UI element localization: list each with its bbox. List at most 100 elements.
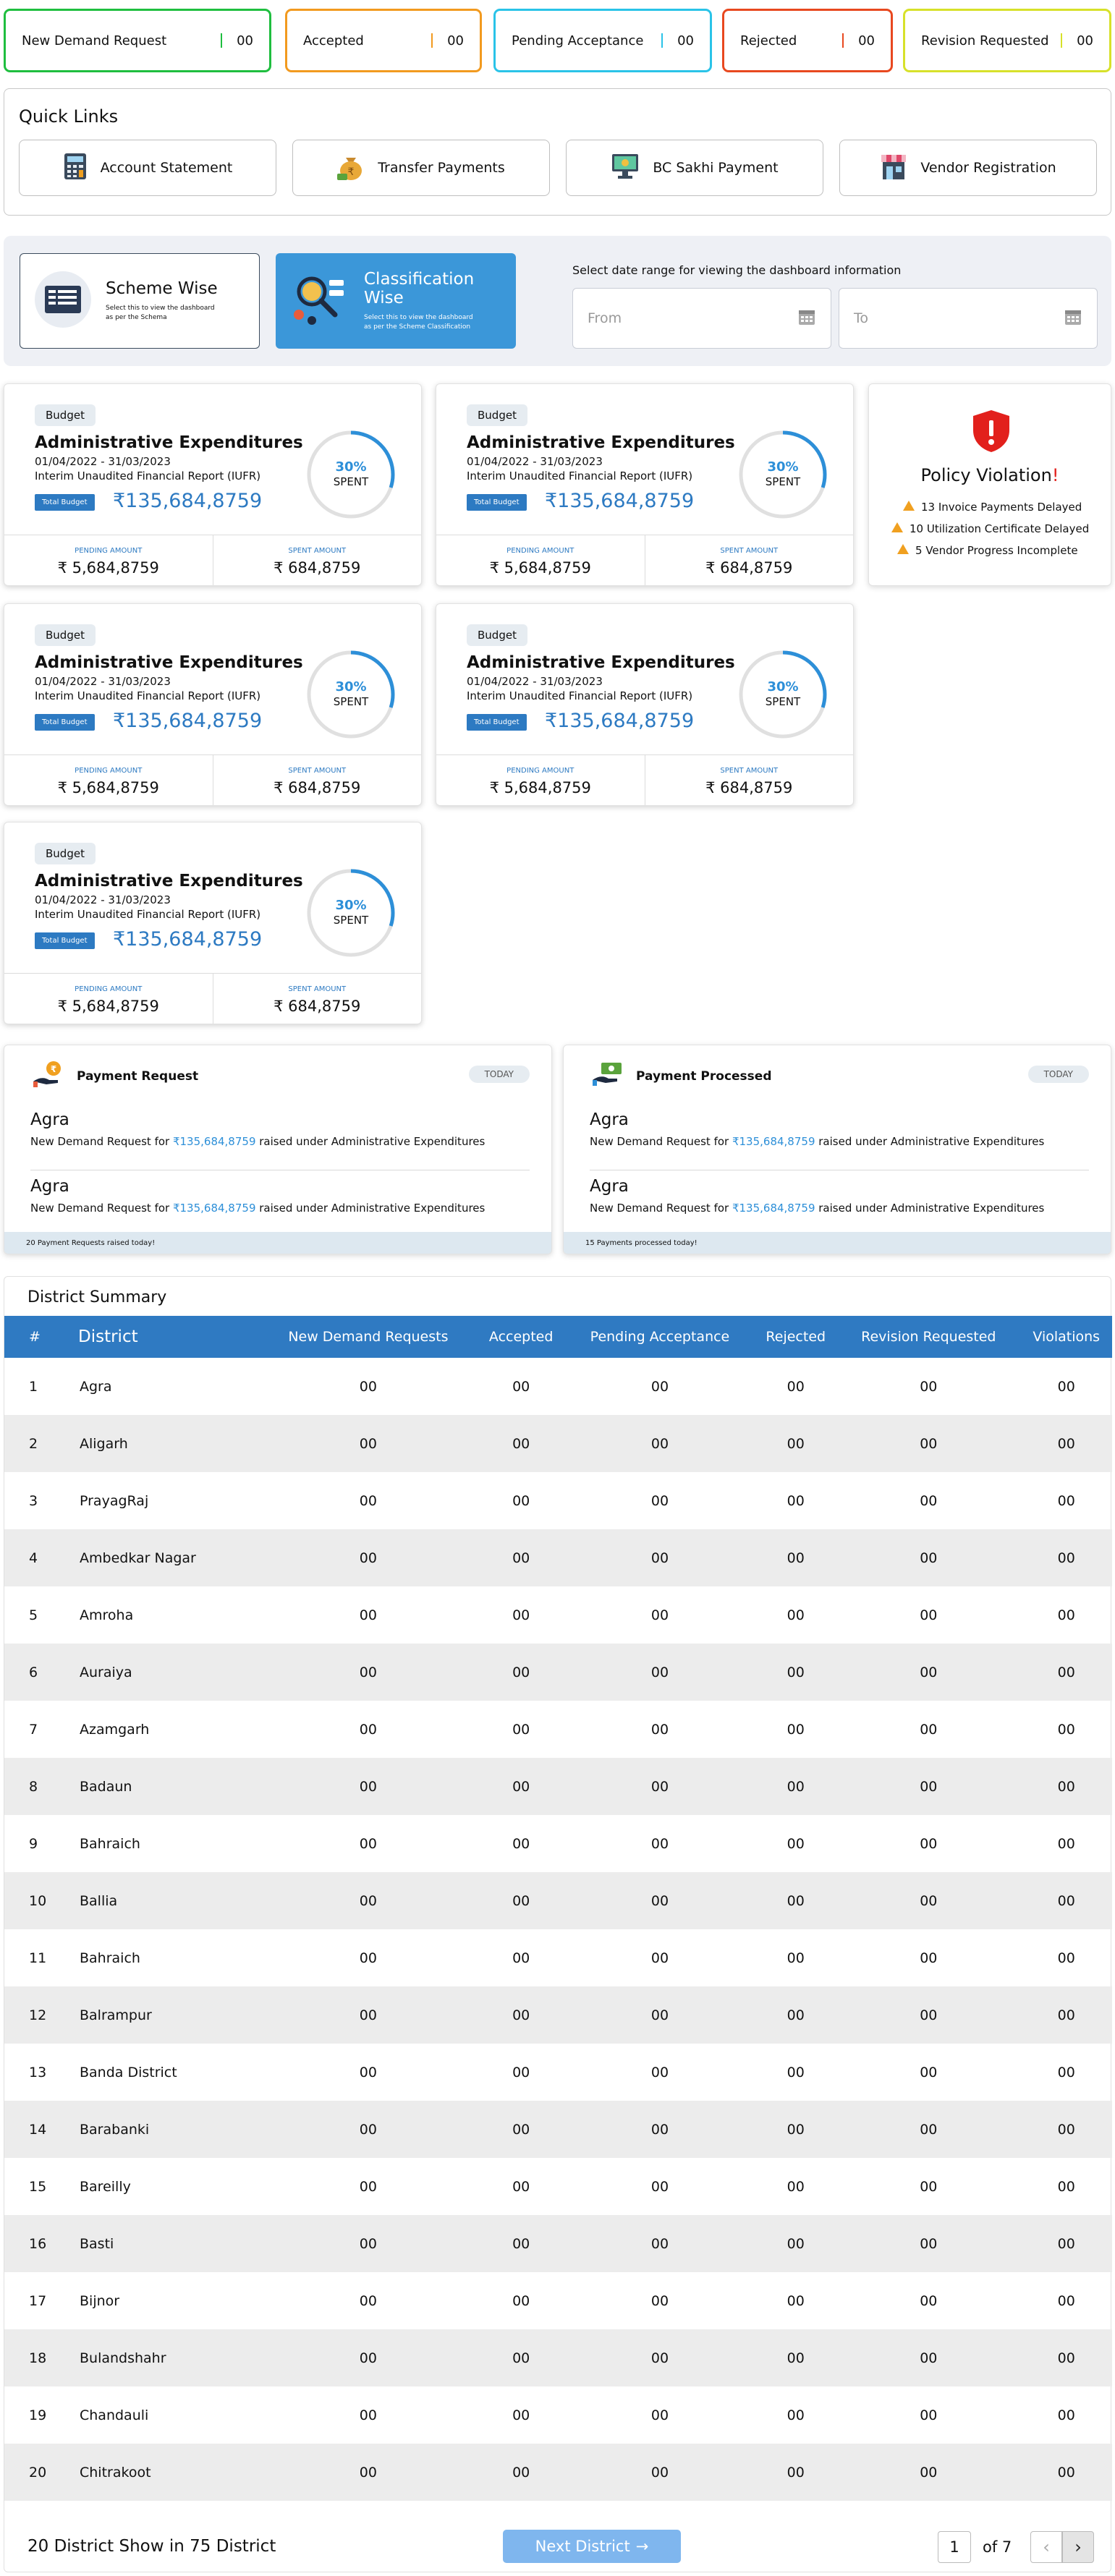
row-value: 00 (359, 1607, 377, 1623)
calendar-icon[interactable] (797, 307, 816, 330)
budget-card[interactable]: Budget Administrative Expenditures 01/04/2… (436, 603, 854, 806)
row-value: 00 (1020, 2101, 1112, 2158)
table-row[interactable]: 4 Ambedkar Nagar 00 00 00 00 00 00 (4, 1529, 1112, 1586)
table-row[interactable]: 19 Chandauli 00 00 00 00 00 00 (4, 2386, 1112, 2444)
status-card[interactable]: Rejected 00 (722, 9, 893, 72)
pagination-bar: 20 District Show in 75 District Next Dis… (4, 2527, 1111, 2573)
item-prefix: New Demand Request for (590, 1135, 732, 1148)
total-budget-badge: Total Budget (467, 494, 527, 511)
table-row[interactable]: 16 Basti 00 00 00 00 00 00 (4, 2215, 1112, 2272)
row-number: 12 (4, 1986, 64, 2044)
status-card[interactable]: Pending Acceptance 00 (493, 9, 712, 72)
budget-card[interactable]: Budget Administrative Expenditures 01/04/2… (4, 383, 422, 586)
next-district-button[interactable]: Next District → (503, 2530, 681, 2563)
table-row[interactable]: 11 Bahraich 00 00 00 00 00 00 (4, 1929, 1112, 1986)
status-card[interactable]: Accepted 00 (285, 9, 482, 72)
district-name: Agra (80, 1378, 112, 1395)
next-page-button[interactable]: › (1062, 2531, 1094, 2563)
total-budget-badge: Total Budget (467, 714, 527, 731)
row-value: 00 (259, 2101, 478, 2158)
document-icon (35, 271, 91, 331)
spent-progress-ring (307, 869, 395, 957)
district-name: Bahraich (80, 1950, 140, 1966)
scheme-wise-subtitle: Select this to view the dashboard as per… (106, 305, 215, 321)
from-date-input[interactable]: From (572, 288, 831, 349)
table-row[interactable]: 1 Agra 00 00 00 00 00 00 (4, 1358, 1112, 1415)
row-value: 00 (512, 2064, 530, 2080)
budget-card[interactable]: Budget Administrative Expenditures 01/04/2… (4, 603, 422, 806)
payment-request-item[interactable]: Agra New Demand Request for ₹135,684,875… (30, 1177, 485, 1215)
classification-wise-subtitle: Select this to view the dashboard as per… (364, 314, 473, 331)
item-description: New Demand Request for ₹135,684,8759 rai… (30, 1202, 485, 1215)
table-row[interactable]: 14 Barabanki 00 00 00 00 00 00 (4, 2101, 1112, 2158)
row-value: 00 (564, 1415, 755, 1472)
money-bag-icon: ₹ (337, 152, 365, 184)
table-row[interactable]: 3 PrayagRaj 00 00 00 00 00 00 (4, 1472, 1112, 1529)
status-card[interactable]: New Demand Request 00 (4, 9, 271, 72)
column-header: # (4, 1316, 64, 1358)
table-row[interactable]: 20 Chitrakoot 00 00 00 00 00 00 (4, 2444, 1112, 2501)
table-row[interactable]: 17 Bijnor 00 00 00 00 00 00 (4, 2272, 1112, 2329)
status-label: Accepted (303, 33, 364, 48)
transfer-payments-link[interactable]: ₹ Transfer Payments (292, 140, 550, 196)
table-row[interactable]: 15 Bareilly 00 00 00 00 00 00 (4, 2158, 1112, 2215)
today-badge: TODAY (468, 1066, 530, 1083)
status-card[interactable]: Revision Requested 00 (903, 9, 1111, 72)
table-row[interactable]: 10 Ballia 00 00 00 00 00 00 (4, 1872, 1112, 1929)
account-statement-link[interactable]: Account Statement (19, 140, 276, 196)
district-name: Aligarh (64, 1415, 259, 1472)
row-value: 00 (512, 2292, 530, 2309)
table-row[interactable]: 6 Auraiya 00 00 00 00 00 00 (4, 1644, 1112, 1701)
row-value: 00 (1057, 2178, 1075, 2195)
page-number-input[interactable]: 1 (938, 2531, 971, 2563)
spent-percent: 30% (767, 459, 799, 475)
payment-processed-header: Payment Processed (591, 1060, 772, 1092)
prev-page-button[interactable]: ‹ (1030, 2531, 1062, 2563)
item-amount: ₹135,684,8759 (732, 1202, 815, 1215)
quick-links-title: Quick Links (19, 106, 119, 127)
row-value: 00 (512, 1607, 530, 1623)
payment-request-item[interactable]: Agra New Demand Request for ₹135,684,875… (30, 1110, 485, 1148)
row-value: 00 (477, 1529, 565, 1586)
classification-wise-toggle[interactable]: Classification Wise Select this to view … (276, 253, 516, 349)
budget-dates: 01/04/2022 - 31/03/2023 (467, 455, 603, 468)
payment-processed-item[interactable]: Agra New Demand Request for ₹135,684,875… (590, 1110, 1044, 1148)
vendor-registration-link[interactable]: Vendor Registration (839, 140, 1097, 196)
scheme-wise-toggle[interactable]: Scheme Wise Select this to view the dash… (20, 253, 260, 349)
table-row[interactable]: 7 Azamgarh 00 00 00 00 00 00 (4, 1701, 1112, 1758)
item-suffix: raised under Administrative Expenditures (255, 1135, 486, 1148)
table-row[interactable]: 13 Banda District 00 00 00 00 00 00 (4, 2044, 1112, 2101)
table-row[interactable]: 12 Balrampur 00 00 00 00 00 00 (4, 1986, 1112, 2044)
row-number: 17 (29, 2292, 47, 2309)
calendar-icon[interactable] (1064, 307, 1082, 330)
payment-request-header: ₹ Payment Request (32, 1060, 198, 1092)
spent-amount-value: ₹ 684,8759 (705, 559, 793, 577)
budget-card[interactable]: Budget Administrative Expenditures 01/04/2… (4, 822, 422, 1024)
table-row[interactable]: 8 Badaun 00 00 00 00 00 00 (4, 1758, 1112, 1815)
budget-tag: Budget (35, 843, 96, 864)
budget-card[interactable]: Budget Administrative Expenditures 01/04/2… (436, 383, 854, 586)
to-date-input[interactable]: To (839, 288, 1098, 349)
row-value: 00 (755, 2215, 837, 2272)
row-value: 00 (564, 1986, 755, 2044)
payment-processed-item[interactable]: Agra New Demand Request for ₹135,684,875… (590, 1177, 1044, 1215)
spent-amount-label: SPENT AMOUNT (288, 767, 347, 775)
column-header: Pending Acceptance (564, 1316, 755, 1358)
table-row[interactable]: 2 Aligarh 00 00 00 00 00 00 (4, 1415, 1112, 1472)
table-row[interactable]: 9 Bahraich 00 00 00 00 00 00 (4, 1815, 1112, 1872)
store-icon (880, 152, 907, 184)
row-value: 00 (1020, 1415, 1112, 1472)
row-value: 00 (836, 1872, 1021, 1929)
district-name: Chandauli (80, 2407, 149, 2423)
row-value: 00 (359, 1950, 377, 1966)
pending-amount-cell: PENDING AMOUNT ₹ 5,684,8759 (436, 535, 645, 585)
budget-dates: 01/04/2022 - 31/03/2023 (467, 675, 603, 688)
column-header: District (64, 1316, 259, 1358)
row-value: 00 (477, 1644, 565, 1701)
budget-report: Interim Unaudited Financial Report (IUFR… (35, 469, 261, 483)
table-row[interactable]: 18 Bulandshahr 00 00 00 00 00 00 (4, 2329, 1112, 2386)
table-row[interactable]: 5 Amroha 00 00 00 00 00 00 (4, 1586, 1112, 1644)
bc-sakhi-payment-link[interactable]: BC Sakhi Payment (566, 140, 823, 196)
row-value: 00 (477, 2444, 565, 2501)
row-value: 00 (650, 1607, 669, 1623)
